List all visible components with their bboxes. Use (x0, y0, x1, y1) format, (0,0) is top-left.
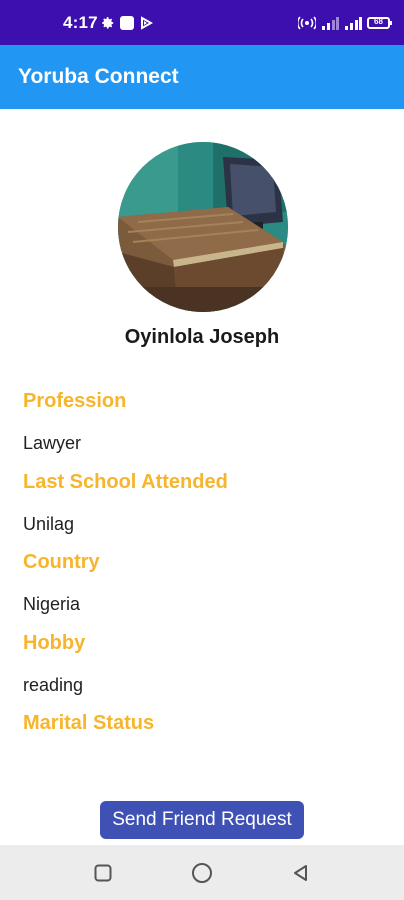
square-icon (120, 16, 134, 30)
home-circle-icon (192, 863, 212, 883)
gear-icon (102, 17, 114, 29)
send-friend-request-button[interactable]: Send Friend Request (100, 801, 304, 839)
country-value: Nigeria (23, 594, 81, 614)
system-nav-bar (0, 845, 404, 900)
marital-status-label: Marital Status (23, 712, 155, 734)
last-school-value: Unilag (23, 514, 75, 534)
profession-value: Lawyer (23, 433, 82, 453)
profile-name: Oyinlola Joseph (124, 326, 280, 348)
profession-label: Profession (23, 390, 127, 412)
battery-level: 68 (374, 17, 383, 26)
status-time: 4:17 (63, 13, 98, 32)
back-triangle-icon (294, 865, 307, 881)
status-bar: 4:17 68 (0, 0, 404, 45)
hotspot-icon (298, 16, 316, 30)
recents-square-icon (94, 864, 112, 882)
signal-icon (345, 17, 362, 30)
last-school-label: Last School Attended (23, 471, 228, 493)
play-icon (141, 16, 153, 30)
hobby-label: Hobby (23, 632, 86, 654)
recents-button[interactable] (89, 859, 117, 887)
signal-icon (322, 17, 339, 30)
battery-icon: 68 (367, 17, 392, 29)
hobby-value: reading (23, 675, 84, 695)
home-button[interactable] (188, 859, 216, 887)
back-button[interactable] (287, 859, 315, 887)
app-bar: Yoruba Connect (0, 45, 404, 109)
desk-photo (118, 142, 288, 312)
country-label: Country (23, 551, 100, 573)
profile-avatar (118, 142, 288, 312)
app-title: Yoruba Connect (18, 65, 179, 88)
